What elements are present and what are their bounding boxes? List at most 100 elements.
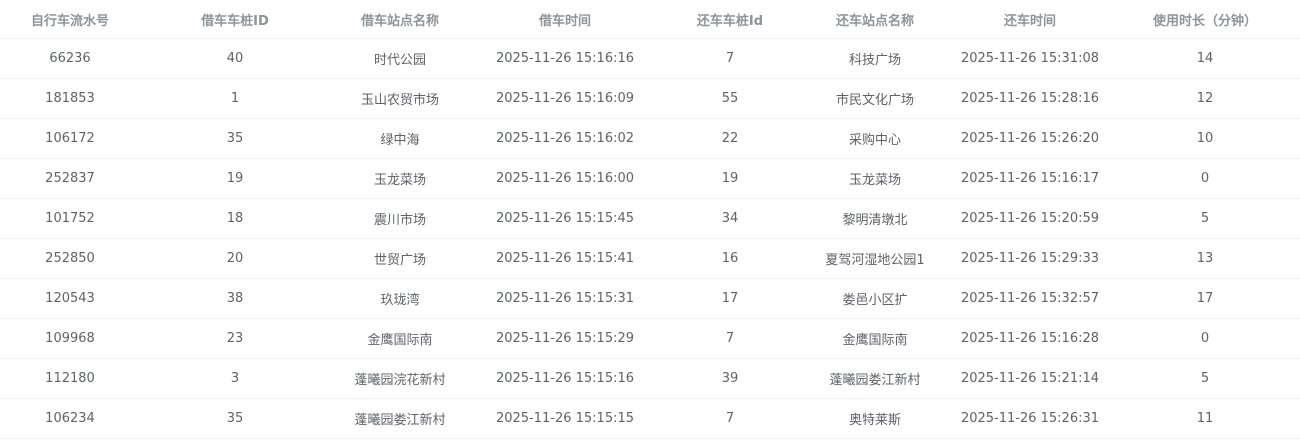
- cell-borrow-time: 2025-11-26 15:16:00: [470, 158, 660, 199]
- cell-borrow-station: 绿中海: [330, 118, 470, 159]
- cell-borrow-time: 2025-11-26 15:15:29: [470, 318, 660, 359]
- cell-borrow-time: 2025-11-26 15:16:02: [470, 118, 660, 159]
- cell-borrow-time: 2025-11-26 15:15:45: [470, 198, 660, 239]
- table-row[interactable]: 106172 35 绿中海 2025-11-26 15:16:02 22 采购中心 2025…: [0, 118, 1300, 159]
- table-row[interactable]: 252837 19 玉龙菜场 2025-11-26 15:16:00 19 玉龙菜场 202…: [0, 158, 1300, 199]
- cell-duration-minutes: 13: [1110, 238, 1300, 279]
- cell-borrow-station: 金鹰国际南: [330, 318, 470, 359]
- cell-borrow-dock-id: 3: [140, 358, 330, 399]
- column-header-return-station[interactable]: 还车站点名称: [800, 0, 950, 39]
- cell-return-time: 2025-11-26 15:21:14: [950, 358, 1110, 399]
- cell-borrow-dock-id: 35: [140, 398, 330, 439]
- table-row[interactable]: 120543 38 玖珑湾 2025-11-26 15:15:31 17 娄邑小区扩 202…: [0, 278, 1300, 319]
- cell-return-time: 2025-11-26 15:26:20: [950, 118, 1110, 159]
- table-row[interactable]: 252850 20 世贸广场 2025-11-26 15:15:41 16 夏驾河湿地公园…: [0, 238, 1300, 279]
- column-header-borrow-dock-id[interactable]: 借车车桩ID: [140, 0, 330, 39]
- cell-return-station: 金鹰国际南: [800, 318, 950, 359]
- cell-return-station: 黎明清墩北: [800, 198, 950, 239]
- cell-borrow-time: 2025-11-26 15:15:16: [470, 358, 660, 399]
- cell-return-station: 蓬曦园娄江新村: [800, 358, 950, 399]
- cell-borrow-dock-id: 40: [140, 38, 330, 79]
- table-row[interactable]: 101752 18 震川市场 2025-11-26 15:15:45 34 黎明清墩北 20…: [0, 198, 1300, 239]
- cell-bike-serial: 66236: [0, 38, 140, 79]
- cell-return-dock-id: 22: [660, 118, 800, 159]
- cell-borrow-time: 2025-11-26 15:16:16: [470, 38, 660, 79]
- cell-bike-serial: 181853: [0, 78, 140, 119]
- column-header-duration-minutes[interactable]: 使用时长（分钟）: [1110, 0, 1300, 39]
- column-header-return-dock-id[interactable]: 还车车桩Id: [660, 0, 800, 39]
- cell-borrow-station: 时代公园: [330, 38, 470, 79]
- cell-borrow-time: 2025-11-26 15:16:09: [470, 78, 660, 119]
- cell-borrow-station: 震川市场: [330, 198, 470, 239]
- cell-return-station: 娄邑小区扩: [800, 278, 950, 319]
- cell-return-station: 采购中心: [800, 118, 950, 159]
- table-body: 66236 40 时代公园 2025-11-26 15:16:16 7 科技广场 2025-…: [0, 38, 1300, 439]
- cell-bike-serial: 106234: [0, 398, 140, 439]
- cell-return-time: 2025-11-26 15:32:57: [950, 278, 1110, 319]
- cell-borrow-station: 世贸广场: [330, 238, 470, 279]
- cell-duration-minutes: 11: [1110, 398, 1300, 439]
- table-row[interactable]: 66236 40 时代公园 2025-11-26 15:16:16 7 科技广场 2025-…: [0, 38, 1300, 79]
- bike-rental-table: 自行车流水号 借车车桩ID 借车站点名称 借车时间 还车车桩Id 还车站点名称 …: [0, 0, 1300, 439]
- column-header-return-time[interactable]: 还车时间: [950, 0, 1110, 39]
- cell-borrow-time: 2025-11-26 15:15:31: [470, 278, 660, 319]
- cell-return-dock-id: 55: [660, 78, 800, 119]
- column-header-borrow-station[interactable]: 借车站点名称: [330, 0, 470, 39]
- cell-borrow-station: 蓬曦园娄江新村: [330, 398, 470, 439]
- cell-bike-serial: 106172: [0, 118, 140, 159]
- cell-borrow-station: 玉龙菜场: [330, 158, 470, 199]
- table-header: 自行车流水号 借车车桩ID 借车站点名称 借车时间 还车车桩Id 还车站点名称 …: [0, 0, 1300, 39]
- cell-borrow-dock-id: 18: [140, 198, 330, 239]
- cell-duration-minutes: 0: [1110, 318, 1300, 359]
- cell-return-time: 2025-11-26 15:29:33: [950, 238, 1110, 279]
- cell-bike-serial: 101752: [0, 198, 140, 239]
- column-header-borrow-time[interactable]: 借车时间: [470, 0, 660, 39]
- cell-borrow-station: 蓬曦园浣花新村: [330, 358, 470, 399]
- cell-duration-minutes: 0: [1110, 158, 1300, 199]
- cell-return-dock-id: 7: [660, 318, 800, 359]
- cell-borrow-time: 2025-11-26 15:15:15: [470, 398, 660, 439]
- cell-return-time: 2025-11-26 15:16:17: [950, 158, 1110, 199]
- column-header-bike-serial[interactable]: 自行车流水号: [0, 0, 140, 39]
- cell-duration-minutes: 5: [1110, 358, 1300, 399]
- table-row[interactable]: 181853 1 玉山农贸市场 2025-11-26 15:16:09 55 市民文化广场…: [0, 78, 1300, 119]
- cell-borrow-dock-id: 35: [140, 118, 330, 159]
- cell-duration-minutes: 14: [1110, 38, 1300, 79]
- cell-return-station: 市民文化广场: [800, 78, 950, 119]
- cell-bike-serial: 109968: [0, 318, 140, 359]
- cell-bike-serial: 252850: [0, 238, 140, 279]
- cell-return-station: 夏驾河湿地公园1: [800, 238, 950, 279]
- cell-return-time: 2025-11-26 15:28:16: [950, 78, 1110, 119]
- cell-return-dock-id: 39: [660, 358, 800, 399]
- cell-borrow-station: 玉山农贸市场: [330, 78, 470, 119]
- cell-return-station: 玉龙菜场: [800, 158, 950, 199]
- cell-borrow-dock-id: 20: [140, 238, 330, 279]
- table-row[interactable]: 112180 3 蓬曦园浣花新村 2025-11-26 15:15:16 39 蓬曦园娄江…: [0, 358, 1300, 399]
- cell-borrow-dock-id: 38: [140, 278, 330, 319]
- cell-return-time: 2025-11-26 15:26:31: [950, 398, 1110, 439]
- cell-duration-minutes: 12: [1110, 78, 1300, 119]
- table-row[interactable]: 109968 23 金鹰国际南 2025-11-26 15:15:29 7 金鹰国际南 20…: [0, 318, 1300, 359]
- cell-bike-serial: 252837: [0, 158, 140, 199]
- cell-return-time: 2025-11-26 15:20:59: [950, 198, 1110, 239]
- cell-borrow-time: 2025-11-26 15:15:41: [470, 238, 660, 279]
- cell-borrow-dock-id: 23: [140, 318, 330, 359]
- cell-return-time: 2025-11-26 15:16:28: [950, 318, 1110, 359]
- cell-return-dock-id: 7: [660, 398, 800, 439]
- table-row[interactable]: 106234 35 蓬曦园娄江新村 2025-11-26 15:15:15 7 奥特莱斯 2…: [0, 398, 1300, 439]
- cell-return-dock-id: 17: [660, 278, 800, 319]
- cell-borrow-dock-id: 19: [140, 158, 330, 199]
- cell-bike-serial: 112180: [0, 358, 140, 399]
- header-row: 自行车流水号 借车车桩ID 借车站点名称 借车时间 还车车桩Id 还车站点名称 …: [0, 0, 1300, 39]
- cell-duration-minutes: 5: [1110, 198, 1300, 239]
- cell-bike-serial: 120543: [0, 278, 140, 319]
- cell-return-station: 奥特莱斯: [800, 398, 950, 439]
- cell-return-dock-id: 34: [660, 198, 800, 239]
- cell-return-dock-id: 16: [660, 238, 800, 279]
- cell-return-dock-id: 7: [660, 38, 800, 79]
- bike-rental-table-container: 自行车流水号 借车车桩ID 借车站点名称 借车时间 还车车桩Id 还车站点名称 …: [0, 0, 1300, 440]
- cell-borrow-dock-id: 1: [140, 78, 330, 119]
- cell-borrow-station: 玖珑湾: [330, 278, 470, 319]
- cell-return-time: 2025-11-26 15:31:08: [950, 38, 1110, 79]
- cell-return-station: 科技广场: [800, 38, 950, 79]
